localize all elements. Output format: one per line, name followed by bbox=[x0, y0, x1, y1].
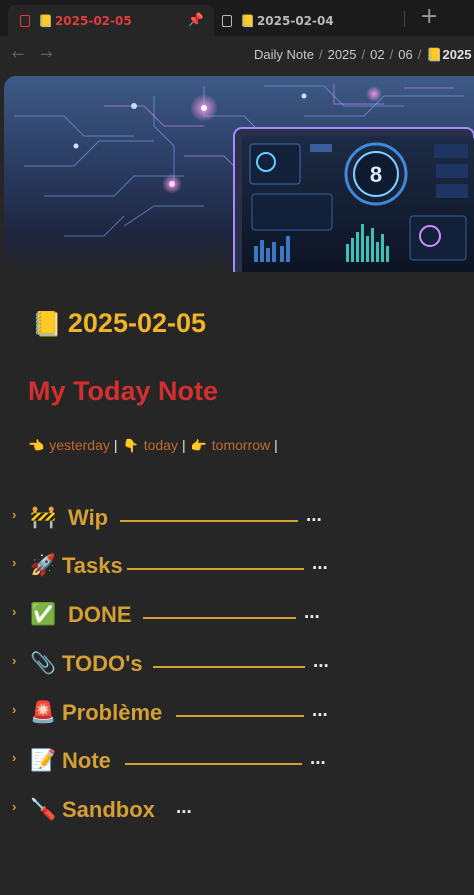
pin-icon[interactable]: 📌 bbox=[188, 13, 204, 28]
section-rule bbox=[127, 568, 304, 570]
section-sandbox[interactable]: › 🪛 Sandbox ... bbox=[0, 795, 474, 825]
rocket-icon: 🚀 bbox=[30, 554, 57, 577]
note-title: 📒 2025-02-05 bbox=[32, 308, 207, 338]
breadcrumb-item[interactable]: 02 bbox=[370, 47, 384, 62]
collapsed-ellipsis[interactable]: ... bbox=[313, 651, 329, 673]
section-rule bbox=[120, 520, 298, 522]
collapsed-ellipsis[interactable]: ... bbox=[304, 602, 320, 624]
breadcrumb-item[interactable]: 06 bbox=[398, 47, 412, 62]
tab-divider bbox=[404, 11, 405, 27]
tab-label: 2025-02-04 bbox=[256, 13, 334, 28]
breadcrumb-item[interactable]: 2025 bbox=[328, 47, 357, 62]
section-todos[interactable]: › 📎 TODO's ... bbox=[0, 649, 474, 679]
section-rule bbox=[153, 666, 305, 668]
chevron-right-icon[interactable]: › bbox=[12, 799, 16, 814]
new-tab-plus-icon[interactable]: + bbox=[420, 4, 438, 29]
section-title: TODO's bbox=[62, 651, 143, 676]
notebook-icon: 📒 bbox=[38, 13, 53, 28]
pointing-right-icon: 👉 bbox=[190, 438, 207, 453]
collapsed-ellipsis[interactable]: ... bbox=[306, 505, 322, 527]
tab-2025-02-04[interactable]: 📒 2025-02-04 bbox=[214, 5, 404, 36]
tab-2025-02-05[interactable]: 📒 2025-02-05 📌 bbox=[8, 5, 214, 36]
forward-arrow-icon[interactable]: → bbox=[40, 45, 53, 63]
yesterday-link[interactable]: yesterday bbox=[49, 437, 110, 453]
back-arrow-icon[interactable]: ← bbox=[12, 45, 25, 63]
page-heading: My Today Note bbox=[28, 376, 219, 406]
construction-icon: 🚧 bbox=[30, 506, 57, 529]
section-rule bbox=[125, 763, 302, 765]
chevron-right-icon[interactable]: › bbox=[12, 507, 16, 522]
collapsed-ellipsis[interactable]: ... bbox=[312, 700, 328, 722]
collapsed-ellipsis[interactable]: ... bbox=[176, 797, 192, 819]
chevron-right-icon[interactable]: › bbox=[12, 604, 16, 619]
section-wip[interactable]: › 🚧 Wip ... bbox=[0, 503, 474, 533]
circuit-dashboard-illustration: 8 bbox=[14, 84, 474, 272]
siren-icon: 🚨 bbox=[30, 701, 57, 724]
day-navigation: 👈 yesterday | 👇 today | 👉 tomorrow | bbox=[28, 437, 278, 453]
section-rule bbox=[143, 617, 296, 619]
breadcrumb-item[interactable]: Daily Note bbox=[254, 47, 314, 62]
tab-bar: 📒 2025-02-05 📌 📒 2025-02-04 + bbox=[0, 0, 474, 36]
paperclip-icon: 📎 bbox=[30, 652, 57, 675]
breadcrumb-current[interactable]: 📒2025 bbox=[426, 47, 471, 62]
notebook-icon: 📒 bbox=[240, 13, 255, 28]
badge-number: 8 bbox=[370, 162, 382, 187]
chevron-right-icon[interactable]: › bbox=[12, 653, 16, 668]
tomorrow-link[interactable]: tomorrow bbox=[212, 437, 270, 453]
section-title: Wip bbox=[68, 505, 109, 530]
section-rule bbox=[176, 715, 304, 717]
memo-icon: 📝 bbox=[30, 749, 57, 772]
banner-image: 8 bbox=[4, 76, 474, 272]
chevron-right-icon[interactable]: › bbox=[12, 555, 16, 570]
section-note[interactable]: › 📝 Note ... bbox=[0, 746, 474, 776]
section-done[interactable]: › ✅ DONE ... bbox=[0, 600, 474, 630]
breadcrumb: Daily Note/2025/02/06/📒2025 bbox=[254, 47, 472, 62]
notebook-icon: 📒 bbox=[426, 47, 443, 62]
collapsed-ellipsis[interactable]: ... bbox=[312, 553, 328, 575]
today-link[interactable]: today bbox=[144, 437, 178, 453]
file-icon bbox=[20, 14, 30, 27]
section-title: Sandbox bbox=[62, 797, 155, 822]
section-title: Problème bbox=[62, 700, 163, 725]
tab-label: 2025-02-05 bbox=[54, 13, 132, 28]
section-title: DONE bbox=[68, 602, 132, 627]
notebook-icon: 📒 bbox=[32, 311, 62, 338]
check-mark-icon: ✅ bbox=[30, 603, 57, 626]
section-title: Note bbox=[62, 748, 111, 773]
pointing-down-icon: 👇 bbox=[122, 438, 139, 453]
section-tasks[interactable]: › 🚀 Tasks ... bbox=[0, 551, 474, 581]
collapsed-ellipsis[interactable]: ... bbox=[310, 748, 326, 770]
section-probleme[interactable]: › 🚨 Problème ... bbox=[0, 698, 474, 728]
screwdriver-icon: 🪛 bbox=[30, 798, 57, 821]
chevron-right-icon[interactable]: › bbox=[12, 702, 16, 717]
navigation-bar: ← → Daily Note/2025/02/06/📒2025 bbox=[0, 36, 474, 74]
section-title: Tasks bbox=[62, 553, 123, 578]
pointing-left-icon: 👈 bbox=[28, 438, 45, 453]
chevron-right-icon[interactable]: › bbox=[12, 750, 16, 765]
file-icon bbox=[222, 14, 232, 27]
